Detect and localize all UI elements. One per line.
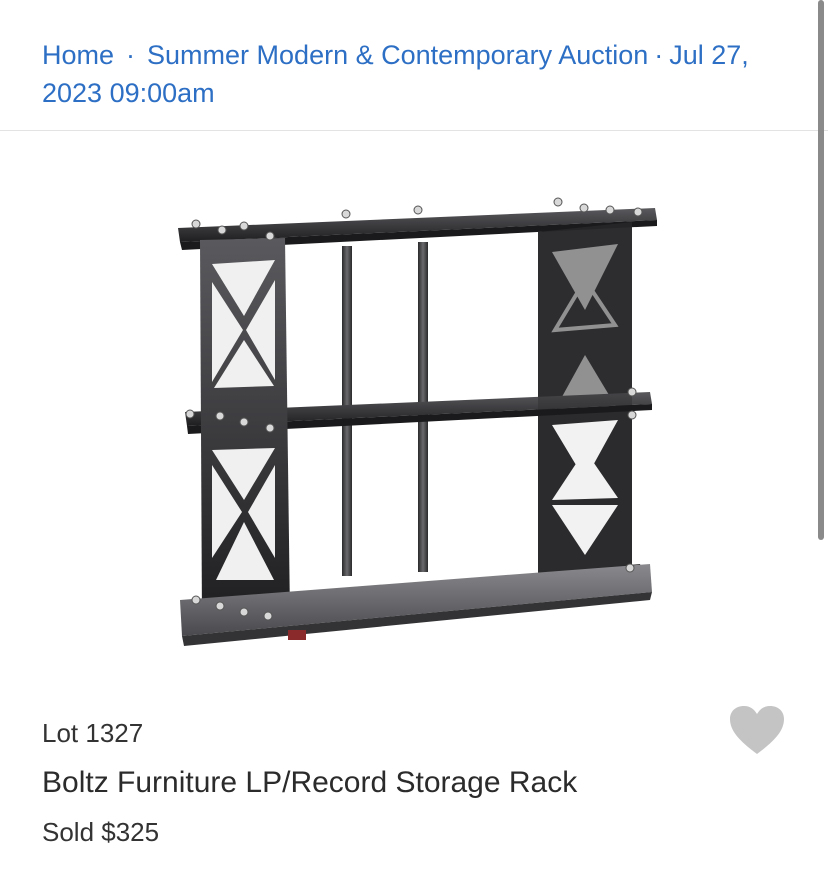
- scrollbar[interactable]: [818, 0, 824, 540]
- breadcrumb-home-link[interactable]: Home: [42, 40, 114, 70]
- favorite-heart-shape: [730, 706, 784, 754]
- heart-icon[interactable]: [728, 704, 786, 756]
- breadcrumb-separator: ·: [126, 40, 136, 70]
- page: Home · Summer Modern & Contemporary Auctio…: [0, 0, 828, 889]
- breadcrumb-auction-link[interactable]: Summer Modern & Contemporary Auction: [147, 40, 648, 70]
- lot-title[interactable]: Boltz Furniture LP/Record Storage Rack: [42, 766, 577, 800]
- breadcrumb: Home · Summer Modern & Contemporary Auctio…: [42, 36, 802, 112]
- sold-price: Sold $325: [42, 817, 160, 847]
- header-divider: [0, 130, 828, 131]
- lot-image[interactable]: [140, 160, 700, 700]
- breadcrumb-date-line1: Jul 27,: [669, 40, 749, 70]
- lot-number: Lot 1327: [42, 718, 144, 748]
- breadcrumb-date-line2: 2023 09:00am: [42, 78, 215, 108]
- record-rack-image: [178, 197, 657, 646]
- breadcrumb-separator: ·: [654, 40, 664, 70]
